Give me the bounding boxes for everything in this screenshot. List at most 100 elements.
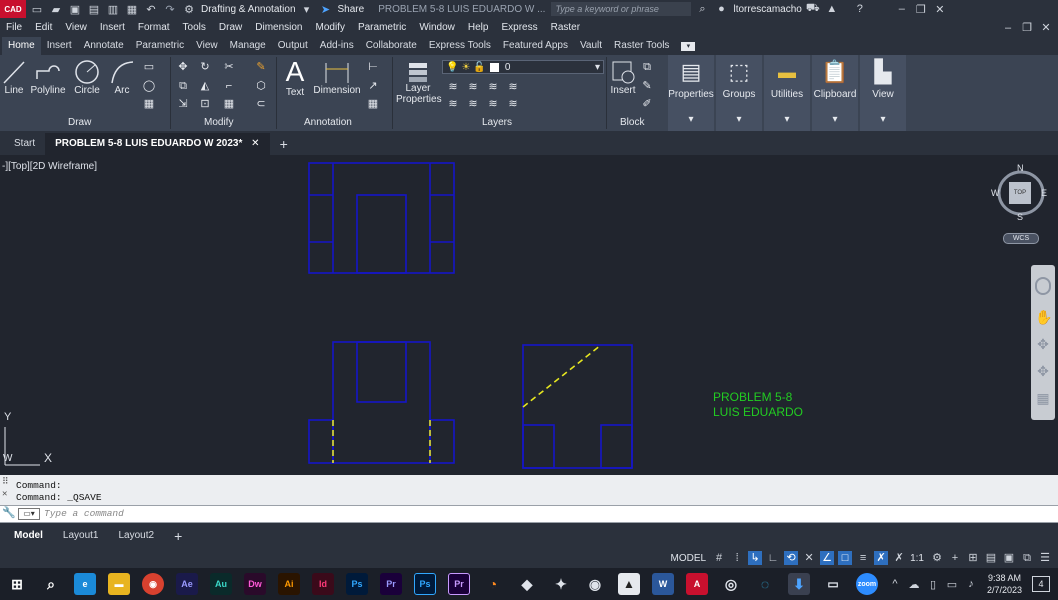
showmotion-icon[interactable]: ▦	[1035, 390, 1051, 407]
user-name[interactable]: ltorrescamacho	[733, 4, 801, 15]
clock[interactable]: 9:38 AM 2/7/2023	[987, 572, 1022, 596]
block-attributes-icon[interactable]: ✐	[640, 98, 654, 111]
grid-icon[interactable]: #	[712, 551, 726, 565]
layer-properties-tool[interactable]: Layer Properties	[396, 59, 442, 105]
arc-tool[interactable]: Arc	[108, 59, 136, 96]
web-save-icon[interactable]: ▥	[105, 2, 121, 16]
autocad-logo[interactable]: CAD	[0, 0, 26, 18]
line-tool[interactable]: Line	[2, 59, 26, 96]
drawing-annotation[interactable]: PROBLEM 5-8 LUIS EDUARDO	[713, 390, 803, 420]
wcs-menu[interactable]: WCS	[1003, 233, 1039, 244]
clipboard-button[interactable]: 📋 Clipboard ▾	[812, 55, 858, 131]
viewcube-north[interactable]: N	[1017, 163, 1024, 173]
rectangle-icon[interactable]: ▭	[142, 61, 156, 74]
menu-express[interactable]: Express	[501, 22, 537, 33]
premiere-rush-icon[interactable]: Pr	[448, 573, 470, 595]
illustrator-icon[interactable]: Ai	[278, 573, 300, 595]
save-as-icon[interactable]: ▤	[86, 2, 102, 16]
indesign-icon[interactable]: Id	[312, 573, 334, 595]
layer-tool-3-icon[interactable]: ≋	[486, 81, 500, 94]
pinned-app-2-icon[interactable]: ▭	[822, 573, 844, 595]
menu-help[interactable]: Help	[468, 22, 489, 33]
doc-close-icon[interactable]: ✕	[1038, 21, 1054, 35]
pan-icon[interactable]: ✋	[1035, 309, 1052, 326]
layer-tool-8-icon[interactable]: ≋	[506, 98, 520, 111]
hardware-acceleration-icon[interactable]: ▣	[1002, 551, 1016, 565]
rotate-icon[interactable]: ↻	[198, 61, 212, 74]
onedrive-icon[interactable]: ☁	[906, 577, 922, 591]
restore-icon[interactable]: ❐	[913, 2, 929, 16]
explode-icon[interactable]: ⬡	[254, 80, 268, 93]
layer-dropdown[interactable]: 💡 ☀ 🔓 0 ▾	[442, 60, 604, 74]
search-icon[interactable]: ⌕	[694, 2, 710, 16]
text-tool[interactable]: A Text	[282, 57, 308, 99]
properties-button[interactable]: ▤ Properties ▾	[668, 55, 714, 131]
annotation-monitor-icon[interactable]: +	[948, 551, 962, 565]
new-tab-button[interactable]: +	[270, 133, 298, 155]
tab-manage[interactable]: Manage	[224, 37, 272, 55]
browser-app-icon[interactable]: ◌	[754, 573, 776, 595]
layer-tool-2-icon[interactable]: ≋	[466, 81, 480, 94]
tab-express-tools[interactable]: Express Tools	[423, 37, 497, 55]
layout1-tab[interactable]: Layout1	[53, 530, 109, 541]
viewcube-west[interactable]: W	[991, 188, 1000, 198]
menu-window[interactable]: Window	[419, 22, 455, 33]
insert-tool[interactable]: Insert	[608, 59, 638, 96]
copy-icon[interactable]: ⧉	[176, 80, 190, 93]
customize-icon[interactable]: 🔧	[2, 506, 16, 519]
menu-modify[interactable]: Modify	[316, 22, 345, 33]
tab-home[interactable]: Home	[2, 37, 41, 55]
start-tab[interactable]: Start	[4, 133, 45, 155]
notifications-badge[interactable]: 4	[1032, 576, 1051, 592]
tab-parametric[interactable]: Parametric	[130, 37, 190, 55]
isodraft-icon[interactable]: ✕	[802, 551, 816, 565]
lineweight-icon[interactable]: ≡	[856, 551, 870, 565]
blender-icon[interactable]: ◔	[482, 573, 504, 595]
minimize-icon[interactable]: –	[894, 2, 910, 16]
utilities-button[interactable]: ▬ Utilities ▾	[764, 55, 810, 131]
array-icon[interactable]: ▦	[222, 98, 236, 111]
erase-icon[interactable]: ✎	[254, 61, 268, 74]
premiere-icon[interactable]: Pr	[380, 573, 402, 595]
command-input[interactable]: Type a command	[44, 508, 124, 519]
menu-tools[interactable]: Tools	[183, 22, 206, 33]
workspace-selector[interactable]: Drafting & Annotation	[201, 4, 296, 15]
annotation-panel-label[interactable]: Annotation	[304, 117, 352, 128]
layer-tool-1-icon[interactable]: ≋	[446, 81, 460, 94]
menu-file[interactable]: File	[6, 22, 22, 33]
tab-annotate[interactable]: Annotate	[78, 37, 130, 55]
add-layout-icon[interactable]: +	[164, 528, 192, 544]
pinned-app-icon[interactable]: ⬇	[788, 573, 810, 595]
layer-tool-4-icon[interactable]: ≋	[506, 81, 520, 94]
menu-dimension[interactable]: Dimension	[255, 22, 302, 33]
tab-vault[interactable]: Vault	[574, 37, 608, 55]
volume-icon[interactable]: ♪	[963, 577, 979, 591]
plot-icon[interactable]: ▦	[124, 2, 140, 16]
display-icon[interactable]: ▭	[944, 577, 960, 591]
tab-collaborate[interactable]: Collaborate	[360, 37, 423, 55]
camera-app-icon[interactable]: ◎	[720, 573, 742, 595]
open-folder-icon[interactable]: ▰	[48, 2, 64, 16]
battery-icon[interactable]: ▯	[925, 577, 941, 591]
object-snap-tracking-icon[interactable]: ∠	[820, 551, 835, 565]
new-file-icon[interactable]: ▭	[29, 2, 45, 16]
edit-block-icon[interactable]: ✎	[640, 80, 654, 93]
word-icon[interactable]: W	[652, 573, 674, 595]
recent-commands-icon[interactable]: ▭▾	[18, 508, 40, 520]
snap-icon[interactable]: ⁞	[730, 551, 744, 565]
mirror-icon[interactable]: ◭	[198, 80, 212, 93]
menu-draw[interactable]: Draw	[219, 22, 242, 33]
draw-panel-label[interactable]: Draw	[68, 117, 91, 128]
search-icon[interactable]: ⌕	[40, 573, 62, 595]
stretch-icon[interactable]: ⇲	[176, 98, 190, 111]
drawing-viewport[interactable]: -][Top][2D Wireframe] Y X W PROBLEM 5-8 …	[0, 155, 1058, 475]
steering-wheel-icon[interactable]	[1035, 277, 1051, 295]
block-panel-label[interactable]: Block	[620, 117, 644, 128]
infer-constraints-icon[interactable]: ↳	[748, 551, 763, 565]
file-explorer-icon[interactable]: ▬	[108, 573, 130, 595]
view-button[interactable]: ▙ View ▾	[860, 55, 906, 131]
after-effects-icon[interactable]: Ae	[176, 573, 198, 595]
model-space-button[interactable]: MODEL	[671, 553, 707, 564]
redo-icon[interactable]: ↷	[162, 2, 178, 16]
scale-icon[interactable]: ⊡	[198, 98, 212, 111]
